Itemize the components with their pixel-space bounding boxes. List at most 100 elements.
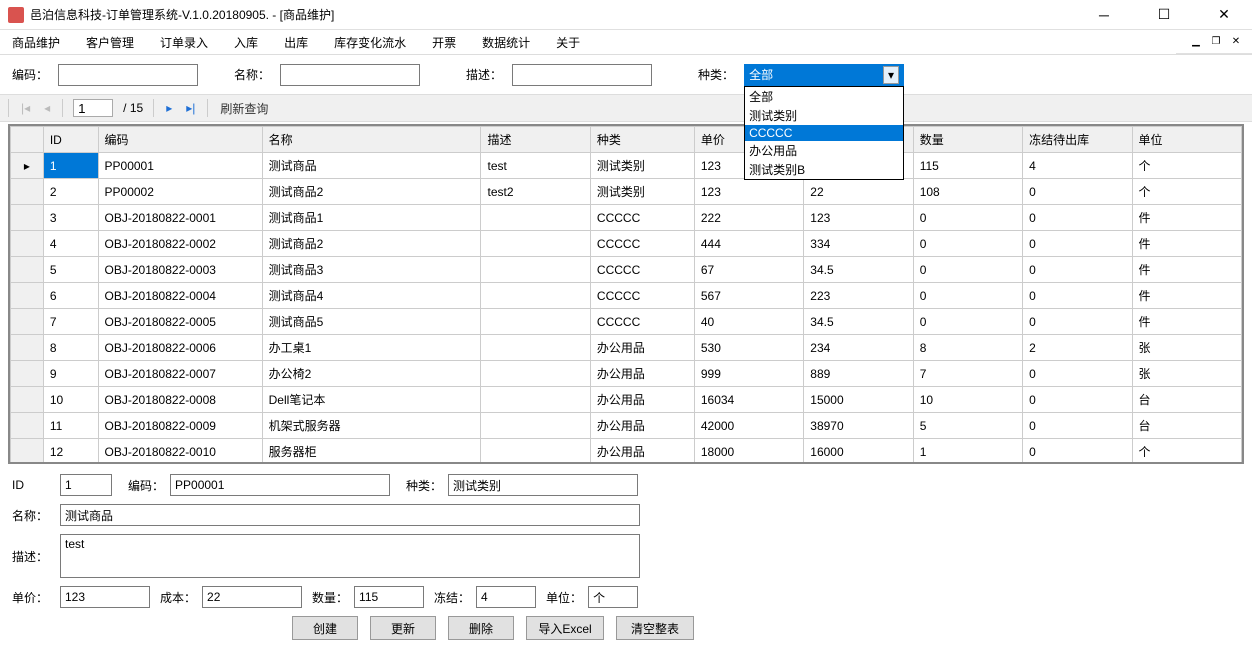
menu-item[interactable]: 开票 [428, 32, 460, 53]
cell[interactable]: 18000 [694, 439, 803, 465]
cell[interactable]: 0 [913, 283, 1022, 309]
column-header[interactable]: 种类 [590, 127, 694, 153]
combo-option[interactable]: 测试类别B [745, 160, 903, 179]
cell[interactable]: 测试商品3 [262, 257, 481, 283]
cell[interactable]: test2 [481, 179, 590, 205]
cell[interactable]: OBJ-20180822-0001 [98, 205, 262, 231]
cell[interactable]: 15000 [804, 387, 913, 413]
cell[interactable]: 3 [43, 205, 98, 231]
cell[interactable]: 件 [1132, 283, 1241, 309]
cell[interactable]: OBJ-20180822-0010 [98, 439, 262, 465]
edit-name-input[interactable] [60, 504, 640, 526]
cell[interactable]: 个 [1132, 153, 1241, 179]
cell[interactable] [481, 205, 590, 231]
cell[interactable]: 机架式服务器 [262, 413, 481, 439]
page-prev-icon[interactable]: ◂ [42, 101, 52, 115]
column-header[interactable]: 冻结待出库 [1023, 127, 1132, 153]
page-next-icon[interactable]: ▸ [164, 101, 174, 115]
combo-option[interactable]: 办公用品 [745, 141, 903, 160]
cell[interactable]: 个 [1132, 179, 1241, 205]
cell[interactable]: 34.5 [804, 309, 913, 335]
edit-code-input[interactable] [170, 474, 390, 496]
cell[interactable]: 7 [913, 361, 1022, 387]
edit-desc-input[interactable] [60, 534, 640, 578]
table-row[interactable]: 8OBJ-20180822-0006办工桌1办公用品53023482张 [11, 335, 1242, 361]
cell[interactable]: 办工桌1 [262, 335, 481, 361]
cell[interactable]: Dell笔记本 [262, 387, 481, 413]
menu-item[interactable]: 库存变化流水 [330, 32, 410, 53]
cell[interactable]: 办公用品 [590, 361, 694, 387]
mdi-close-icon[interactable]: ✕ [1228, 35, 1244, 49]
cell[interactable]: 4 [43, 231, 98, 257]
cell[interactable]: 223 [804, 283, 913, 309]
cell[interactable] [481, 257, 590, 283]
cell[interactable]: 0 [1023, 361, 1132, 387]
cell[interactable]: 台 [1132, 387, 1241, 413]
mdi-minimize-icon[interactable]: ▁ [1188, 35, 1204, 49]
cell[interactable]: 16034 [694, 387, 803, 413]
cell[interactable] [481, 361, 590, 387]
cell[interactable]: 7 [43, 309, 98, 335]
cell[interactable]: 件 [1132, 309, 1241, 335]
cell[interactable]: CCCCC [590, 309, 694, 335]
cell[interactable]: 67 [694, 257, 803, 283]
update-button[interactable]: 更新 [370, 616, 436, 640]
cell[interactable]: 件 [1132, 205, 1241, 231]
cell[interactable]: 测试商品5 [262, 309, 481, 335]
cell[interactable]: OBJ-20180822-0004 [98, 283, 262, 309]
column-header[interactable]: 描述 [481, 127, 590, 153]
edit-id-input[interactable] [60, 474, 112, 496]
cell[interactable]: 0 [1023, 413, 1132, 439]
cell[interactable]: 张 [1132, 361, 1241, 387]
cell[interactable] [481, 283, 590, 309]
cell[interactable]: 张 [1132, 335, 1241, 361]
cell[interactable]: 2 [43, 179, 98, 205]
cell[interactable]: 测试类别 [590, 179, 694, 205]
table-row[interactable]: 3OBJ-20180822-0001测试商品1CCCCC22212300件 [11, 205, 1242, 231]
cell[interactable]: 0 [1023, 439, 1132, 465]
edit-qty-input[interactable] [354, 586, 424, 608]
cell[interactable]: 0 [913, 257, 1022, 283]
cell[interactable]: 1 [913, 439, 1022, 465]
combo-option[interactable]: CCCCC [745, 125, 903, 141]
cell[interactable]: 件 [1132, 231, 1241, 257]
page-first-icon[interactable]: |◂ [19, 101, 32, 115]
cell[interactable]: 测试商品4 [262, 283, 481, 309]
column-header[interactable]: 名称 [262, 127, 481, 153]
cell[interactable]: OBJ-20180822-0002 [98, 231, 262, 257]
cell[interactable]: 42000 [694, 413, 803, 439]
cell[interactable]: CCCCC [590, 257, 694, 283]
cell[interactable]: 测试商品1 [262, 205, 481, 231]
cell[interactable]: 34.5 [804, 257, 913, 283]
cell[interactable]: 1 [43, 153, 98, 179]
menu-item[interactable]: 出库 [280, 32, 312, 53]
edit-kind-input[interactable] [448, 474, 638, 496]
cell[interactable]: 8 [913, 335, 1022, 361]
edit-frozen-input[interactable] [476, 586, 536, 608]
column-header[interactable]: 单位 [1132, 127, 1241, 153]
cell[interactable]: PP00001 [98, 153, 262, 179]
cell[interactable]: OBJ-20180822-0008 [98, 387, 262, 413]
mdi-restore-icon[interactable]: ❐ [1208, 35, 1224, 49]
cell[interactable]: 0 [1023, 179, 1132, 205]
table-row[interactable]: 2PP00002测试商品2test2测试类别123221080个 [11, 179, 1242, 205]
cell[interactable]: 办公用品 [590, 335, 694, 361]
menu-item[interactable]: 订单录入 [156, 32, 212, 53]
cell[interactable]: 6 [43, 283, 98, 309]
page-input[interactable] [73, 99, 113, 117]
close-button[interactable]: ✕ [1204, 1, 1244, 29]
cell[interactable]: 5 [913, 413, 1022, 439]
cell[interactable]: 0 [913, 309, 1022, 335]
cell[interactable]: OBJ-20180822-0005 [98, 309, 262, 335]
cell[interactable]: 38970 [804, 413, 913, 439]
delete-button[interactable]: 删除 [448, 616, 514, 640]
cell[interactable]: 222 [694, 205, 803, 231]
cell[interactable]: 0 [1023, 387, 1132, 413]
cell[interactable]: 123 [804, 205, 913, 231]
cell[interactable]: CCCCC [590, 231, 694, 257]
column-header[interactable]: 编码 [98, 127, 262, 153]
chevron-down-icon[interactable]: ▾ [883, 66, 899, 84]
cell[interactable]: 8 [43, 335, 98, 361]
cell[interactable]: 0 [1023, 283, 1132, 309]
edit-unit-input[interactable] [588, 586, 638, 608]
